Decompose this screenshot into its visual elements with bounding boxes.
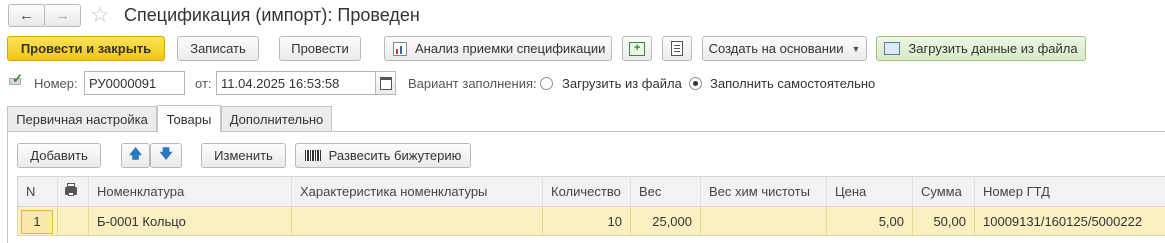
weigh-jewelry-button[interactable]: Развесить бижутерию: [295, 143, 471, 168]
row-n-box: 1: [21, 209, 53, 234]
col-header-purity-weight[interactable]: Вес хим чистоты: [700, 176, 826, 206]
arrow-up-icon: 🡅: [128, 145, 143, 161]
post-button[interactable]: Провести: [279, 36, 361, 61]
tab-goods[interactable]: Товары: [157, 105, 221, 132]
col-header-characteristic[interactable]: Характеристика номенклатуры: [291, 176, 542, 206]
row-cell-quantity[interactable]: 10: [542, 207, 630, 236]
arrow-down-icon: 🡇: [159, 145, 173, 161]
calendar-icon: [379, 76, 392, 90]
move-down-button[interactable]: 🡇: [150, 143, 182, 168]
row-cell-characteristic[interactable]: [291, 207, 542, 236]
report-icon: [393, 41, 407, 56]
fill-variant-label: Вариант заполнения:: [408, 76, 537, 91]
load-from-file-button[interactable]: Загрузить данные из файла: [876, 36, 1086, 61]
chevron-down-icon: ▼: [851, 43, 861, 54]
document-icon-button[interactable]: [662, 36, 692, 61]
col-header-sum[interactable]: Сумма: [912, 176, 974, 206]
row-cell-sum[interactable]: 50,00: [912, 207, 974, 236]
col-header-print[interactable]: [57, 176, 88, 206]
row-cell-nomenclature[interactable]: Б-0001 Кольцо: [88, 207, 291, 236]
posted-check-icon: ✓: [9, 71, 23, 86]
window-title: Спецификация (импорт): Проведен: [124, 5, 420, 25]
tab-additional[interactable]: Дополнительно: [221, 106, 332, 131]
printer-icon: [65, 183, 77, 196]
row-cell-print[interactable]: [57, 207, 88, 236]
number-field[interactable]: РУ0000091: [84, 71, 185, 95]
tab-primary-settings[interactable]: Первичная настройка: [7, 106, 157, 131]
radio-load-from-file[interactable]: [540, 77, 553, 90]
arrow-right-icon: →: [55, 7, 70, 24]
radio-load-from-file-label[interactable]: Загрузить из файла: [562, 76, 682, 91]
table-add-icon: +: [629, 41, 645, 56]
analysis-label: Анализ приемки спецификации: [415, 41, 606, 56]
col-header-weight[interactable]: Вес: [630, 176, 700, 206]
save-button[interactable]: Записать: [177, 36, 259, 61]
change-button[interactable]: Изменить: [201, 143, 286, 168]
calendar-button[interactable]: [375, 71, 396, 95]
barcode-icon: [304, 150, 321, 161]
radio-fill-manually[interactable]: [689, 77, 702, 90]
forward-button[interactable]: →: [44, 4, 81, 27]
radio-fill-manually-label[interactable]: Заполнить самостоятельно: [710, 76, 875, 91]
create-based-on-label: Создать на основании: [708, 41, 844, 56]
add-rows-icon-button[interactable]: +: [622, 36, 652, 61]
date-field[interactable]: 11.04.2025 16:53:58: [216, 71, 376, 95]
create-based-on-button[interactable]: Создать на основании ▼: [702, 36, 867, 61]
favorite-star-icon[interactable]: ☆: [90, 3, 110, 27]
move-up-button[interactable]: 🡅: [121, 143, 150, 168]
row-cell-gtd[interactable]: 10009131/160125/5000222: [974, 207, 1165, 236]
analysis-button[interactable]: Анализ приемки спецификации: [384, 36, 612, 61]
date-label: от:: [195, 76, 212, 91]
load-from-file-label: Загрузить данные из файла: [908, 41, 1078, 56]
number-label: Номер:: [34, 76, 78, 91]
post-and-close-button[interactable]: Провести и закрыть: [7, 36, 165, 61]
row-cell-weight[interactable]: 25,000: [630, 207, 700, 236]
row-cell-n[interactable]: 1: [17, 207, 57, 236]
row-cell-purity-weight[interactable]: [700, 207, 826, 236]
load-file-icon: [884, 42, 901, 55]
col-header-nomenclature[interactable]: Номенклатура: [88, 176, 291, 206]
weigh-jewelry-label: Развесить бижутерию: [328, 148, 462, 163]
add-button[interactable]: Добавить: [17, 143, 101, 168]
col-header-gtd[interactable]: Номер ГТД: [974, 176, 1165, 206]
back-button[interactable]: ←: [8, 4, 45, 27]
col-header-quantity[interactable]: Количество: [542, 176, 630, 206]
col-header-n[interactable]: N: [17, 176, 57, 206]
arrow-left-icon: ←: [19, 7, 34, 24]
row-cell-price[interactable]: 5,00: [826, 207, 912, 236]
col-header-price[interactable]: Цена: [826, 176, 912, 206]
document-icon: [671, 41, 683, 56]
